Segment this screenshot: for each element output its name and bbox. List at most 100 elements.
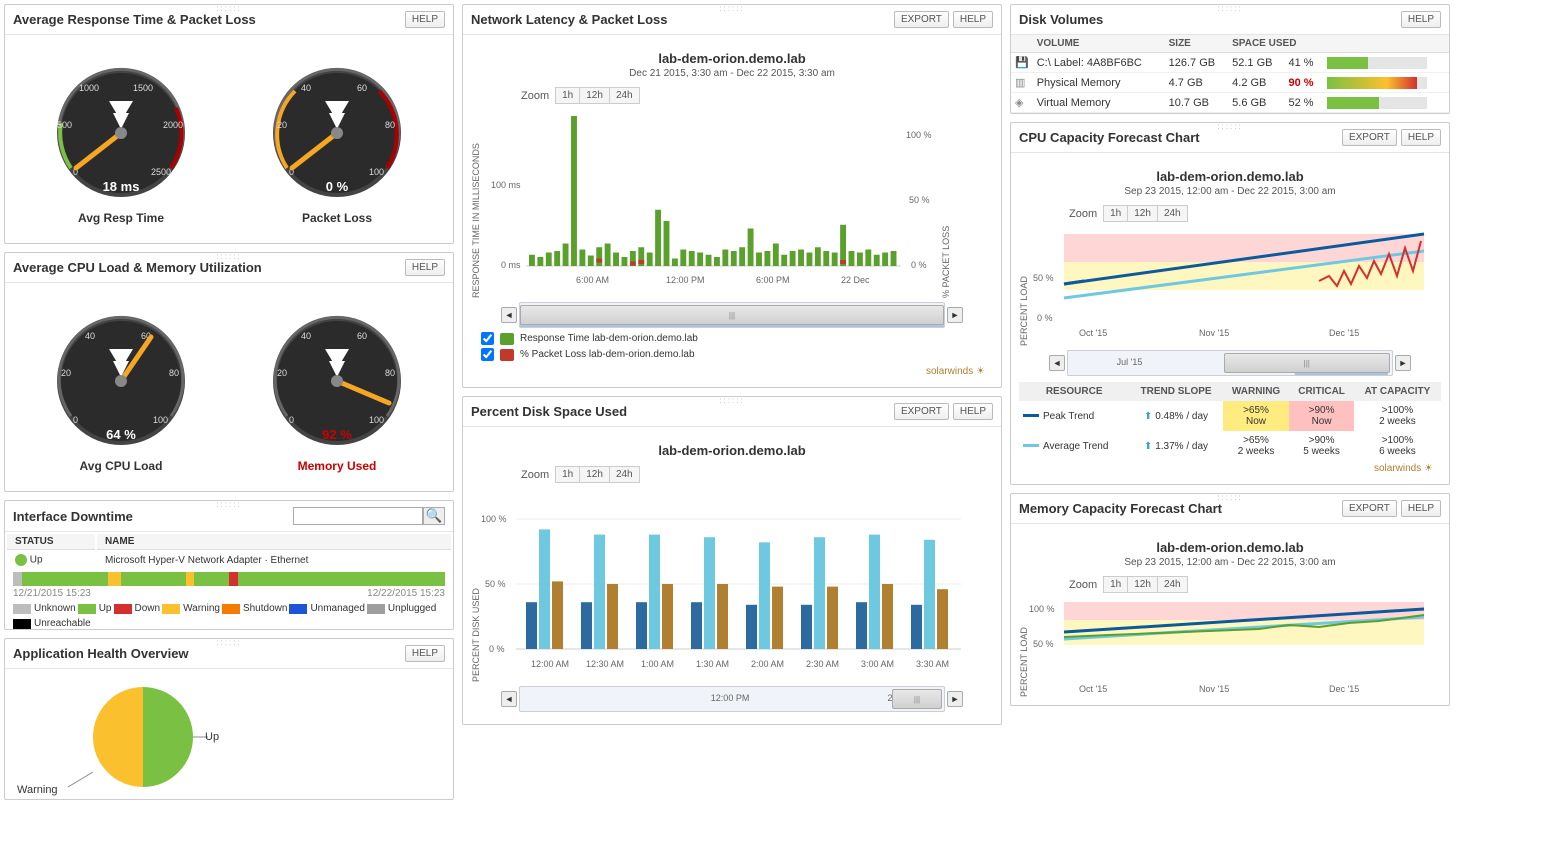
panel-title: Interface Downtime <box>13 509 133 524</box>
drag-handle[interactable]: :::::: <box>1217 493 1242 502</box>
panel-network-latency: :::::: Network Latency & Packet Loss EXP… <box>462 4 1002 388</box>
drag-handle[interactable]: :::::: <box>216 500 241 509</box>
zoom-1h[interactable]: 1h <box>1104 206 1128 221</box>
svg-text:0 %: 0 % <box>326 179 349 194</box>
legend-chip: Unplugged <box>367 603 436 614</box>
help-button[interactable]: HELP <box>1401 11 1441 28</box>
svg-text:500: 500 <box>57 120 72 130</box>
table-row: Average Trend ⬆ 1.37% / day >65% 2 weeks… <box>1019 431 1441 461</box>
chart-range: Dec 21 2015, 3:30 am - Dec 22 2015, 3:30… <box>471 68 993 79</box>
svg-text:64 %: 64 % <box>106 427 136 442</box>
mem-forecast-chart: 100 % 50 % Oct '15 Nov '15 Dec '15 <box>1029 597 1429 697</box>
zoom-24h[interactable]: 24h <box>610 467 639 482</box>
scroll-right[interactable]: ► <box>947 691 963 707</box>
svg-text:3:00 AM: 3:00 AM <box>861 659 894 669</box>
table-row[interactable]: ▥ Physical Memory4.7 GB4.2 GB 90 % <box>1011 73 1449 93</box>
gauge-label: Memory Used <box>257 459 417 473</box>
zoom-1h[interactable]: 1h <box>556 467 580 482</box>
svg-text:100: 100 <box>153 415 168 425</box>
svg-text:100: 100 <box>369 167 384 177</box>
svg-text:40: 40 <box>301 331 311 341</box>
legend-toggle-rt[interactable] <box>481 332 494 345</box>
zoom-12h[interactable]: 12h <box>1128 577 1158 592</box>
chart-range: Sep 23 2015, 12:00 am - Dec 22 2015, 3:0… <box>1019 557 1441 568</box>
gauge-label: Avg Resp Time <box>41 211 201 225</box>
svg-text:Nov '15: Nov '15 <box>1199 328 1229 338</box>
help-button[interactable]: HELP <box>953 403 993 420</box>
table-row[interactable]: Up Microsoft Hyper-V Network Adapter · E… <box>7 552 451 568</box>
drag-handle[interactable]: :::::: <box>216 4 241 13</box>
svg-text:0 %: 0 % <box>911 260 927 270</box>
svg-text:Dec '15: Dec '15 <box>1329 328 1359 338</box>
svg-text:80: 80 <box>169 368 179 378</box>
drag-handle[interactable]: :::::: <box>216 638 241 647</box>
zoom-24h[interactable]: 24h <box>1158 577 1187 592</box>
scroll-left[interactable]: ◄ <box>501 307 517 323</box>
zoom-12h[interactable]: 12h <box>1128 206 1158 221</box>
table-row[interactable]: ◈ Virtual Memory10.7 GB5.6 GB 52 % <box>1011 93 1449 113</box>
col-name: NAME <box>97 534 451 550</box>
panel-cpu-forecast: :::::: CPU Capacity Forecast Chart EXPOR… <box>1010 122 1450 485</box>
navigator[interactable]: 12:00 PM 22 Dec ||| <box>519 686 945 712</box>
svg-text:12:30 AM: 12:30 AM <box>586 659 624 669</box>
legend-toggle-pl[interactable] <box>481 348 494 361</box>
latency-chart: 0 ms 100 ms 0 % 50 % 100 % 6:00 AM 12:00… <box>481 108 941 298</box>
help-button[interactable]: HELP <box>1401 500 1441 517</box>
svg-text:80: 80 <box>385 120 395 130</box>
disk-chart: 0 % 50 % 100 % 12:00 AM12:30 AM1:00 AM1:… <box>481 487 971 682</box>
svg-text:0 %: 0 % <box>489 644 505 654</box>
svg-text:50 %: 50 % <box>485 579 506 589</box>
svg-text:20: 20 <box>277 120 287 130</box>
yaxis-left: RESPONSE TIME IN MILLISECONDS <box>471 108 481 298</box>
search-input[interactable] <box>293 507 423 525</box>
export-button[interactable]: EXPORT <box>894 11 949 28</box>
svg-text:20: 20 <box>277 368 287 378</box>
timeline-end: 12/22/2015 15:23 <box>367 588 445 599</box>
svg-text:100 %: 100 % <box>481 514 507 524</box>
table-row[interactable]: 💾 C:\ Label: 4A8BF6BC126.7 GB52.1 GB 41 … <box>1011 53 1449 73</box>
drag-handle[interactable]: :::::: <box>1217 122 1242 131</box>
gauge-label: Avg CPU Load <box>41 459 201 473</box>
panel-title: Memory Capacity Forecast Chart <box>1019 501 1222 516</box>
navigator[interactable]: 12:00 PM 22 Dec ||| <box>519 302 945 328</box>
scroll-left[interactable]: ◄ <box>501 691 517 707</box>
export-button[interactable]: EXPORT <box>1342 500 1397 517</box>
svg-text:1000: 1000 <box>79 83 99 93</box>
legend-chip: Unreachable <box>13 618 91 629</box>
help-button[interactable]: HELP <box>953 11 993 28</box>
zoom-12h[interactable]: 12h <box>580 467 610 482</box>
zoom-24h[interactable]: 24h <box>1158 206 1187 221</box>
zoom-1h[interactable]: 1h <box>1104 577 1128 592</box>
export-button[interactable]: EXPORT <box>894 403 949 420</box>
yaxis: PERCENT LOAD <box>1019 597 1029 697</box>
scroll-left[interactable]: ◄ <box>1049 355 1065 371</box>
svg-text:100 %: 100 % <box>1029 604 1055 614</box>
col-status: STATUS <box>7 534 95 550</box>
export-button[interactable]: EXPORT <box>1342 129 1397 146</box>
scroll-right[interactable]: ► <box>1395 355 1411 371</box>
panel-memory-forecast: :::::: Memory Capacity Forecast Chart EX… <box>1010 493 1450 706</box>
drag-handle[interactable]: :::::: <box>719 4 744 13</box>
zoom-24h[interactable]: 24h <box>610 88 639 103</box>
help-button[interactable]: HELP <box>405 259 445 276</box>
zoom-1h[interactable]: 1h <box>556 88 580 103</box>
zoom-12h[interactable]: 12h <box>580 88 610 103</box>
search-button[interactable]: 🔍 <box>423 507 445 525</box>
help-button[interactable]: HELP <box>405 645 445 662</box>
panel-title: Percent Disk Space Used <box>471 404 627 419</box>
help-button[interactable]: HELP <box>405 11 445 28</box>
svg-text:60: 60 <box>357 331 367 341</box>
svg-text:6:00 AM: 6:00 AM <box>576 275 609 285</box>
navigator[interactable]: Jul '15 Oct '15 ||| <box>1067 350 1393 376</box>
svg-text:6:00 PM: 6:00 PM <box>756 275 790 285</box>
panel-avg-rt-pl: :::::: Average Response Time & Packet Lo… <box>4 4 454 244</box>
drag-handle[interactable]: :::::: <box>1217 4 1242 13</box>
drag-handle[interactable]: :::::: <box>216 252 241 261</box>
help-button[interactable]: HELP <box>1401 129 1441 146</box>
svg-text:18 ms: 18 ms <box>103 179 140 194</box>
scroll-right[interactable]: ► <box>947 307 963 323</box>
gauge-label: Packet Loss <box>257 211 417 225</box>
gauge-packet-loss: 0 20 40 60 80 100 0 % Packet Loss <box>257 53 417 225</box>
drag-handle[interactable]: :::::: <box>719 396 744 405</box>
svg-text:40: 40 <box>85 331 95 341</box>
